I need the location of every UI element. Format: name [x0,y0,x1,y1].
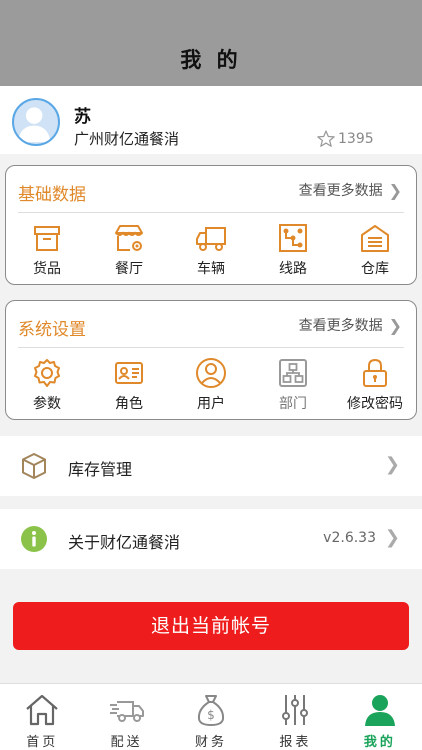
basic-item-route[interactable]: 线路 [252,222,334,282]
item-label: 线路 [279,261,307,277]
item-label: 部门 [279,396,307,412]
chevron-right-icon: ❯ [388,315,402,335]
system-settings-title: 系统设置 [18,320,86,340]
tab-reports[interactable]: 报表 [253,684,337,750]
inventory-label: 库存管理 [68,460,133,479]
points-display: 1395 [316,129,374,149]
delivery-truck-icon [109,701,144,722]
user-icon [196,358,226,388]
divider [18,347,404,348]
bottom-tab-bar: 首页 配送 $ 财务 报表 我的 [0,683,422,750]
system-settings-card: 系统设置 查看更多数据 ❯ 参数 角色 用户 部门 修改密码 [5,300,417,420]
user-name: 苏 [74,107,91,127]
org-chart-icon [279,359,307,387]
basic-item-goods[interactable]: 货品 [6,222,88,282]
points-value: 1395 [338,131,374,147]
system-settings-header: 系统设置 查看更多数据 ❯ [6,301,416,347]
item-label: 餐厅 [115,261,143,277]
money-bag-icon: $ [197,695,225,726]
settings-item-change-password[interactable]: 修改密码 [334,357,416,417]
item-label: 货品 [33,261,61,277]
tab-finance[interactable]: $ 财务 [169,684,253,750]
basic-data-more-link[interactable]: 查看更多数据 ❯ [299,180,402,200]
avatar[interactable] [12,98,60,146]
basic-data-title: 基础数据 [18,185,86,205]
svg-text:$: $ [207,708,215,722]
top-bar: 我 的 [0,0,422,86]
tab-label: 报表 [279,735,312,750]
basic-item-warehouse[interactable]: 仓库 [334,222,416,282]
tab-delivery[interactable]: 配送 [84,684,168,750]
tab-mine[interactable]: 我的 [338,684,422,750]
package-icon [22,453,46,479]
system-settings-more-link[interactable]: 查看更多数据 ❯ [299,315,402,335]
item-label: 角色 [115,396,143,412]
tab-label: 首页 [26,735,59,750]
settings-item-department[interactable]: 部门 [252,357,334,417]
settings-item-role[interactable]: 角色 [88,357,170,417]
route-icon [279,224,307,252]
star-icon [317,130,335,147]
truck-icon [196,227,226,251]
logout-button[interactable]: 退出当前帐号 [13,602,409,650]
box-icon [34,226,60,251]
chevron-right-icon: ❯ [384,527,400,548]
item-label: 修改密码 [347,396,403,412]
tab-label: 财务 [195,735,228,750]
item-label: 车辆 [197,261,225,277]
item-label: 用户 [197,396,225,412]
warehouse-icon [361,225,389,252]
basic-item-restaurant[interactable]: 餐厅 [88,222,170,282]
basic-data-header: 基础数据 查看更多数据 ❯ [6,166,416,212]
page-title: 我 的 [180,48,242,72]
lock-icon [363,358,387,387]
tab-home[interactable]: 首页 [0,684,84,750]
inventory-row[interactable]: 库存管理 ❯ [0,436,422,496]
more-label: 查看更多数据 [298,183,383,199]
sliders-icon [282,695,309,725]
info-icon [21,526,47,552]
user-company: 广州财亿通餐消 [74,130,180,148]
divider [18,212,404,213]
settings-item-parameters[interactable]: 参数 [6,357,88,417]
person-icon [364,695,395,726]
restaurant-icon [115,225,143,251]
basic-data-card: 基础数据 查看更多数据 ❯ 货品 餐厅 车辆 线路 仓库 [5,165,417,285]
chevron-right-icon: ❯ [388,180,402,200]
item-label: 仓库 [361,261,389,277]
home-icon [26,694,58,726]
about-row[interactable]: 关于财亿通餐消 v2.6.33 ❯ [0,509,422,569]
item-label: 参数 [33,396,61,412]
avatar-silhouette-icon [17,107,51,143]
more-label: 查看更多数据 [298,318,383,334]
settings-item-user[interactable]: 用户 [170,357,252,417]
tab-label: 我的 [363,735,396,750]
about-label: 关于财亿通餐消 [68,533,181,552]
gear-icon [34,359,60,387]
tab-label: 配送 [110,735,143,750]
id-card-icon [115,362,143,384]
app-version: v2.6.33 [323,530,376,546]
chevron-right-icon: ❯ [384,454,400,475]
profile-section[interactable]: 苏 广州财亿通餐消 1395 [0,86,422,154]
basic-item-vehicle[interactable]: 车辆 [170,222,252,282]
